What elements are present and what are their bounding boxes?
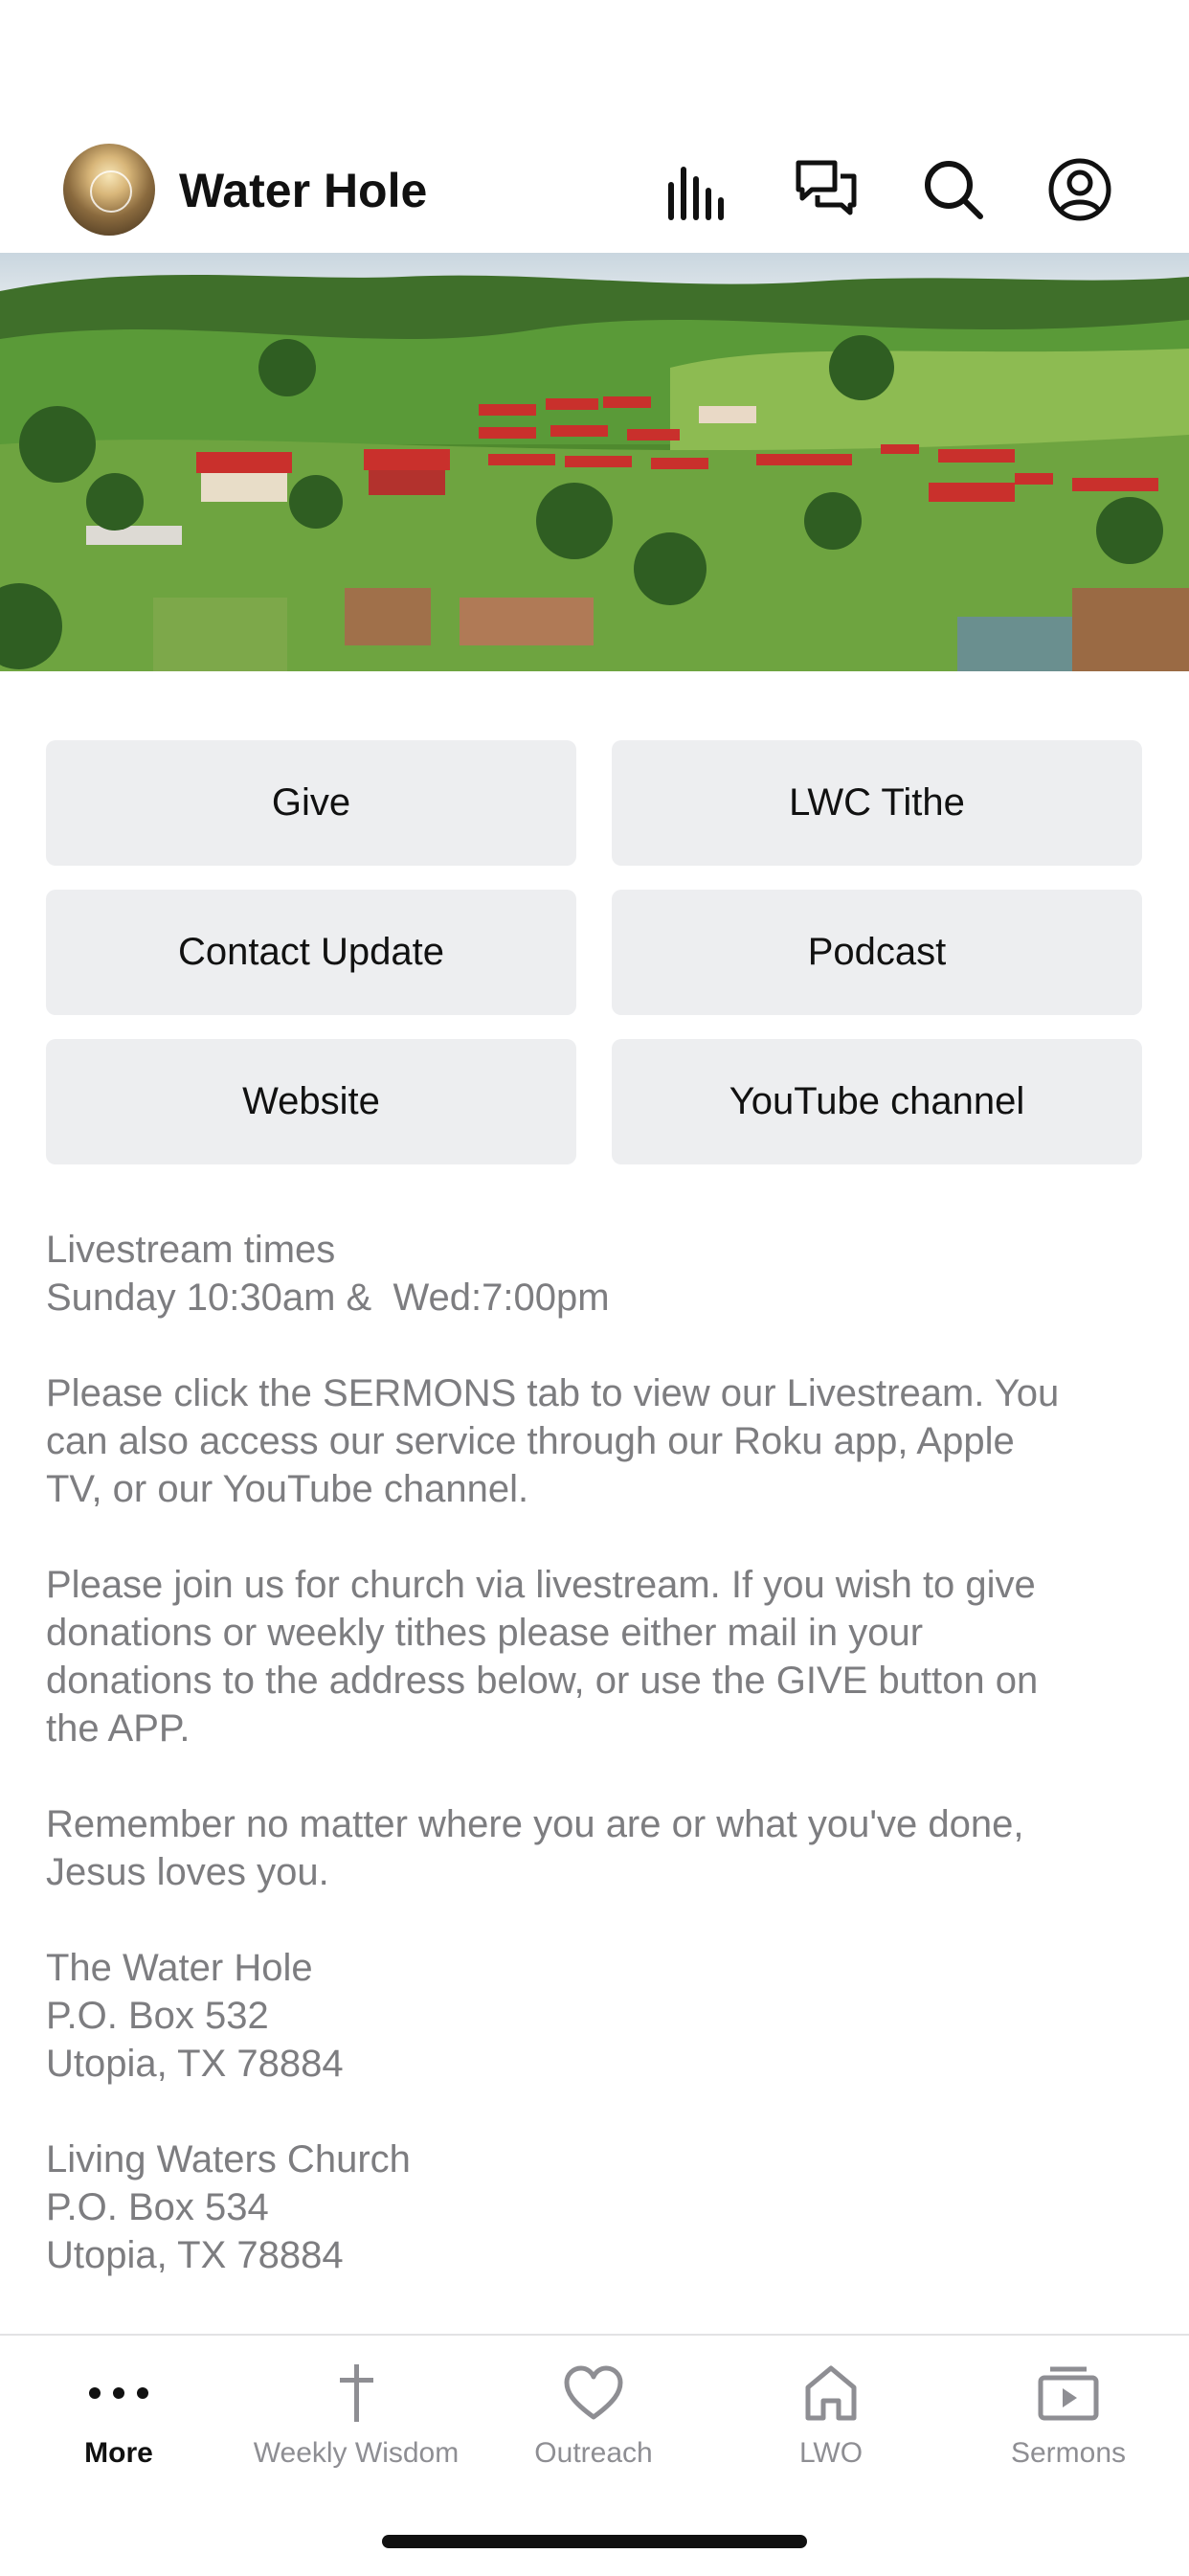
livestream-schedule: Sunday 10:30am & Wed:7:00pm [46, 1277, 610, 1319]
tab-label: Sermons [1010, 2437, 1127, 2469]
water-hole-address: The Water Hole P.O. Box 532 Utopia, TX 7… [46, 1944, 1147, 2088]
podcast-button-label: Podcast [807, 931, 947, 973]
donations-note-line: donations or weekly tithes please either… [46, 1612, 924, 1654]
info-content: Livestream times Sunday 10:30am & Wed:7:… [46, 1226, 1147, 2327]
home-indicator[interactable] [382, 2535, 807, 2548]
livestream-heading: Livestream times [46, 1229, 336, 1271]
sermons-note-line: TV, or our YouTube channel. [46, 1468, 529, 1510]
tab-label: LWO [798, 2437, 864, 2469]
home-icon [712, 2355, 950, 2431]
sermons-note-line: Please click the SERMONS tab to view our… [46, 1372, 1060, 1414]
logo-emblem [90, 170, 132, 213]
profile-icon[interactable] [1045, 155, 1114, 224]
video-play-icon [950, 2355, 1187, 2431]
tab-lwo[interactable]: LWO [712, 2336, 950, 2489]
donations-note-block: Please join us for church via livestream… [46, 1561, 1147, 1752]
tab-outreach[interactable]: Outreach [475, 2336, 712, 2489]
remember-line: Jesus loves you. [46, 1851, 329, 1893]
sermons-note-line: can also access our service through our … [46, 1420, 1015, 1462]
hero-landscape-image [0, 253, 1189, 671]
address-city: Utopia, TX 78884 [46, 2234, 344, 2276]
tab-label: More [84, 2437, 153, 2469]
website-button-label: Website [242, 1080, 380, 1122]
give-button-label: Give [271, 781, 351, 824]
lwc-tithe-button[interactable]: LWC Tithe [612, 740, 1142, 866]
youtube-channel-button[interactable]: YouTube channel [612, 1039, 1142, 1164]
remember-line: Remember no matter where you are or what… [46, 1803, 1024, 1845]
chat-icon[interactable] [793, 155, 862, 224]
heart-icon [475, 2355, 712, 2431]
living-waters-address: Living Waters Church P.O. Box 534 Utopia… [46, 2135, 1147, 2279]
donations-note-line: Please join us for church via livestream… [46, 1564, 1036, 1606]
tab-more[interactable]: More [0, 2336, 237, 2489]
cross-icon [237, 2355, 475, 2431]
address-box: P.O. Box 534 [46, 2186, 269, 2228]
remember-block: Remember no matter where you are or what… [46, 1800, 1147, 1896]
address-city: Utopia, TX 78884 [46, 2043, 344, 2085]
give-button[interactable]: Give [46, 740, 576, 866]
app-header: Water Hole [0, 134, 1189, 249]
church-logo-avatar[interactable] [63, 144, 155, 236]
tab-label: Outreach [534, 2437, 653, 2469]
donations-note-line: donations to the address below, or use t… [46, 1660, 1039, 1702]
more-dots-icon [0, 2355, 237, 2431]
audio-bars-icon[interactable] [664, 155, 733, 224]
tab-label: Weekly Wisdom [253, 2437, 460, 2469]
contact-update-button-label: Contact Update [178, 931, 444, 973]
livestream-times-block: Livestream times Sunday 10:30am & Wed:7:… [46, 1226, 1147, 1322]
donations-note-line: the APP. [46, 1707, 191, 1750]
app-title: Water Hole [179, 164, 428, 217]
address-name: The Water Hole [46, 1947, 313, 1989]
lwc-tithe-button-label: LWC Tithe [789, 781, 965, 824]
podcast-button[interactable]: Podcast [612, 890, 1142, 1015]
address-box: P.O. Box 532 [46, 1995, 269, 2037]
tab-sermons[interactable]: Sermons [950, 2336, 1187, 2489]
address-name: Living Waters Church [46, 2138, 411, 2181]
youtube-channel-button-label: YouTube channel [729, 1080, 1025, 1122]
sermons-note-block: Please click the SERMONS tab to view our… [46, 1369, 1147, 1513]
search-icon[interactable] [919, 155, 988, 224]
website-button[interactable]: Website [46, 1039, 576, 1164]
tab-weekly-wisdom[interactable]: Weekly Wisdom [237, 2336, 475, 2489]
contact-update-button[interactable]: Contact Update [46, 890, 576, 1015]
